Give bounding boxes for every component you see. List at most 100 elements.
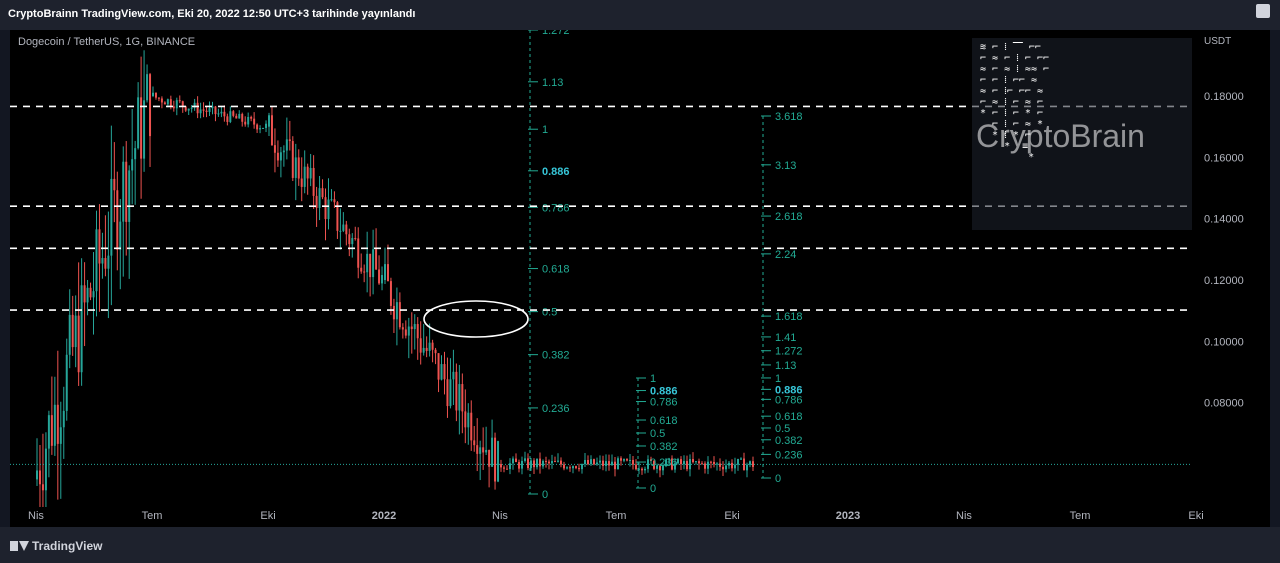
fib-level-label: 0.382 bbox=[775, 435, 803, 447]
candle bbox=[250, 116, 253, 119]
candle bbox=[339, 230, 342, 232]
candle bbox=[578, 468, 580, 470]
candle bbox=[584, 459, 586, 465]
fib-level-label: 3.618 bbox=[775, 111, 803, 123]
candle bbox=[608, 461, 610, 466]
candle bbox=[605, 461, 607, 466]
candle bbox=[551, 461, 553, 464]
fib-level-label: 1.272 bbox=[542, 30, 570, 37]
candle bbox=[357, 238, 360, 268]
fib-level-label: 0.786 bbox=[650, 397, 678, 409]
candle bbox=[446, 379, 449, 407]
candle bbox=[566, 467, 568, 469]
candle bbox=[259, 128, 262, 130]
candle bbox=[749, 461, 751, 465]
fib-level-label: 0.5 bbox=[775, 423, 790, 435]
candle bbox=[527, 458, 529, 469]
candle bbox=[101, 258, 104, 264]
candle bbox=[572, 466, 574, 469]
fib-level-label: 0 bbox=[650, 483, 656, 495]
candle bbox=[545, 460, 547, 462]
candle bbox=[125, 161, 128, 222]
candle bbox=[575, 466, 577, 469]
candle bbox=[360, 267, 363, 272]
candle bbox=[172, 106, 175, 109]
candle bbox=[98, 229, 101, 264]
candle bbox=[157, 97, 160, 99]
candle bbox=[199, 109, 202, 114]
candle bbox=[77, 315, 80, 373]
chart-area[interactable]: 1.272 1.13 1 0.886 0.786 0.618 0.5 0.382 0.236 0 … bbox=[10, 30, 1270, 527]
candle bbox=[740, 458, 742, 460]
candle bbox=[707, 461, 709, 469]
candle bbox=[734, 464, 736, 469]
fib-level-label: 0.786 bbox=[775, 394, 803, 406]
candle bbox=[226, 116, 229, 122]
candle bbox=[217, 113, 220, 115]
candle bbox=[235, 115, 238, 119]
y-tick-label: 0.10000 bbox=[1204, 336, 1244, 348]
fib-level-label: 0.236 bbox=[650, 457, 678, 469]
candle bbox=[166, 99, 169, 105]
candle bbox=[443, 364, 446, 380]
candle bbox=[169, 99, 172, 107]
close-icon[interactable] bbox=[1256, 4, 1270, 18]
candle bbox=[327, 199, 330, 220]
candle bbox=[683, 461, 685, 465]
candle bbox=[366, 253, 369, 273]
published-text: CryptoBrainn TradingView.com, Eki 20, 20… bbox=[8, 8, 416, 20]
fib-level-label: 1.618 bbox=[775, 311, 803, 323]
x-tick-label: Nis bbox=[492, 510, 508, 522]
candle bbox=[560, 460, 562, 465]
candle bbox=[128, 170, 131, 222]
fib-level-label: 0.886 bbox=[542, 166, 570, 178]
candle bbox=[713, 461, 715, 465]
fib-level-label: 0.786 bbox=[542, 202, 570, 214]
candle bbox=[208, 108, 211, 112]
candle bbox=[458, 384, 461, 411]
candle bbox=[431, 342, 434, 350]
candle bbox=[270, 115, 273, 146]
candle bbox=[131, 159, 134, 171]
candle bbox=[175, 100, 178, 109]
fib-level-label: 0.382 bbox=[542, 350, 570, 362]
fib-level-label: 0.382 bbox=[650, 441, 678, 453]
fib-level-label: 2.24 bbox=[775, 249, 796, 261]
candle bbox=[416, 324, 419, 339]
candle bbox=[722, 466, 724, 470]
candle bbox=[737, 459, 739, 465]
candle bbox=[704, 463, 706, 469]
candle bbox=[89, 287, 92, 298]
candle bbox=[437, 353, 440, 380]
candle bbox=[548, 461, 550, 464]
candle bbox=[92, 291, 95, 298]
candle bbox=[716, 463, 718, 465]
candle bbox=[488, 449, 491, 467]
candle bbox=[401, 327, 404, 330]
candle bbox=[309, 167, 312, 179]
candle bbox=[701, 463, 703, 465]
candle bbox=[110, 178, 113, 256]
candle bbox=[452, 371, 455, 380]
brand-label: TradingView bbox=[32, 539, 103, 553]
candle bbox=[491, 437, 494, 467]
candle bbox=[641, 468, 643, 471]
tradingview-logo[interactable]: TradingView bbox=[10, 539, 102, 553]
candle bbox=[44, 448, 47, 491]
candle bbox=[614, 461, 616, 470]
candle bbox=[163, 102, 166, 105]
candle bbox=[521, 460, 523, 469]
candle bbox=[512, 458, 514, 464]
candle bbox=[83, 285, 86, 303]
candle bbox=[533, 460, 535, 468]
candle bbox=[62, 410, 65, 428]
candle bbox=[539, 458, 541, 467]
candle bbox=[375, 249, 378, 270]
candle bbox=[395, 302, 398, 320]
candle bbox=[680, 459, 682, 465]
candle bbox=[232, 111, 235, 116]
candle bbox=[300, 178, 303, 187]
candle bbox=[554, 461, 556, 463]
candle bbox=[71, 314, 74, 348]
candle bbox=[509, 463, 511, 470]
